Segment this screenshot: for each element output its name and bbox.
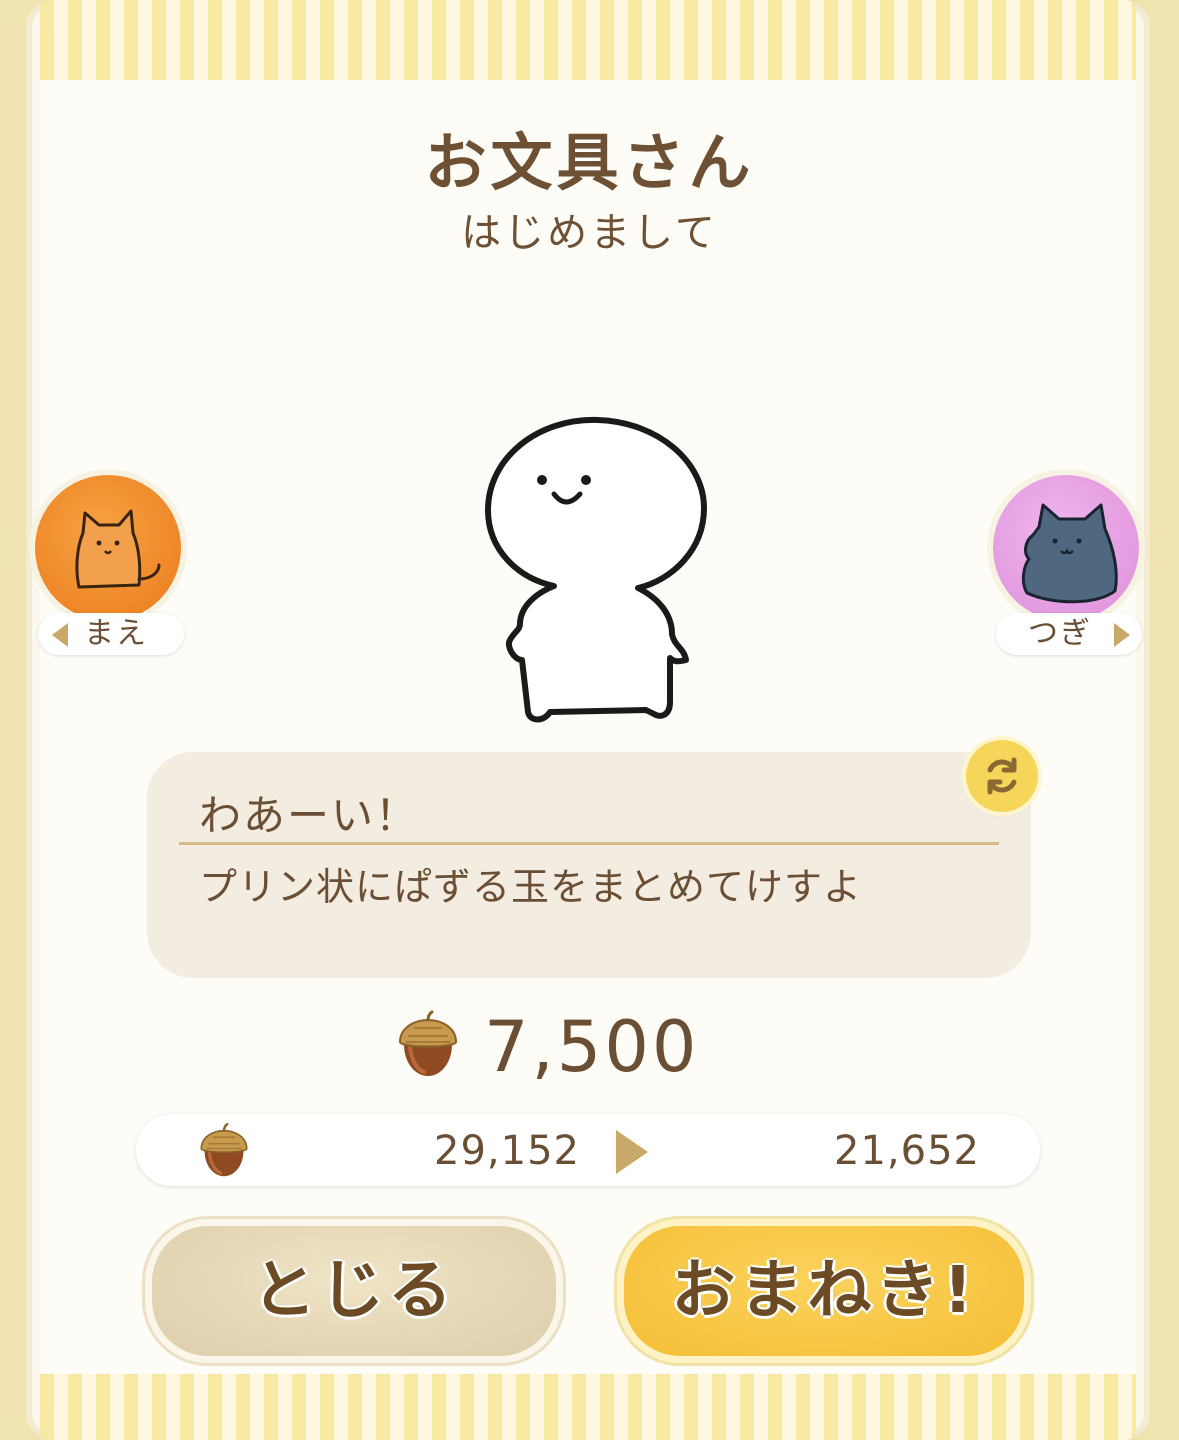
acorn-icon bbox=[398, 1010, 458, 1076]
character-illustration bbox=[485, 416, 707, 723]
balance-after: 21,652 bbox=[834, 1128, 980, 1174]
balance-bar: 29,152 21,652 bbox=[136, 1114, 1040, 1186]
arrow-right-icon bbox=[1114, 623, 1130, 647]
invite-price: 7,500 bbox=[396, 1006, 796, 1088]
prev-character-button[interactable]: まえ bbox=[30, 470, 190, 670]
navy-cat-icon bbox=[1021, 503, 1118, 604]
next-character-coin[interactable] bbox=[993, 475, 1139, 621]
next-label-pill[interactable]: つぎ bbox=[996, 613, 1142, 655]
speech-description: プリン状にぱずる玉をまとめてけすよ bbox=[199, 865, 863, 909]
acorn-icon bbox=[200, 1122, 248, 1177]
current-balance: 29,152 bbox=[434, 1128, 580, 1174]
next-label: つぎ bbox=[1028, 616, 1092, 651]
character-subtitle: はじめまして bbox=[461, 210, 718, 256]
prev-label: まえ bbox=[84, 616, 148, 651]
refresh-dialog-button[interactable] bbox=[966, 740, 1038, 812]
price-value: 7,500 bbox=[484, 1006, 700, 1088]
refresh-icon bbox=[987, 757, 1017, 795]
speech-exclamation: わあーい！ bbox=[199, 791, 420, 840]
character-name: お文具さん bbox=[424, 126, 755, 199]
arrow-right-icon bbox=[616, 1130, 648, 1174]
close-button[interactable]: とじる bbox=[152, 1226, 556, 1356]
speech-divider bbox=[179, 842, 999, 845]
speech-bubble: わあーい！ プリン状にぱずる玉をまとめてけすよ bbox=[147, 752, 1031, 978]
arrow-left-icon bbox=[52, 623, 68, 647]
prev-label-pill[interactable]: まえ bbox=[38, 613, 184, 655]
prev-character-coin[interactable] bbox=[35, 475, 181, 621]
bottom-stripe-border bbox=[40, 1374, 1136, 1440]
invite-button[interactable]: おまねき! bbox=[624, 1226, 1024, 1356]
next-character-button[interactable]: つぎ bbox=[988, 470, 1148, 670]
orange-cat-icon bbox=[75, 509, 161, 589]
top-stripe-border bbox=[40, 0, 1136, 80]
